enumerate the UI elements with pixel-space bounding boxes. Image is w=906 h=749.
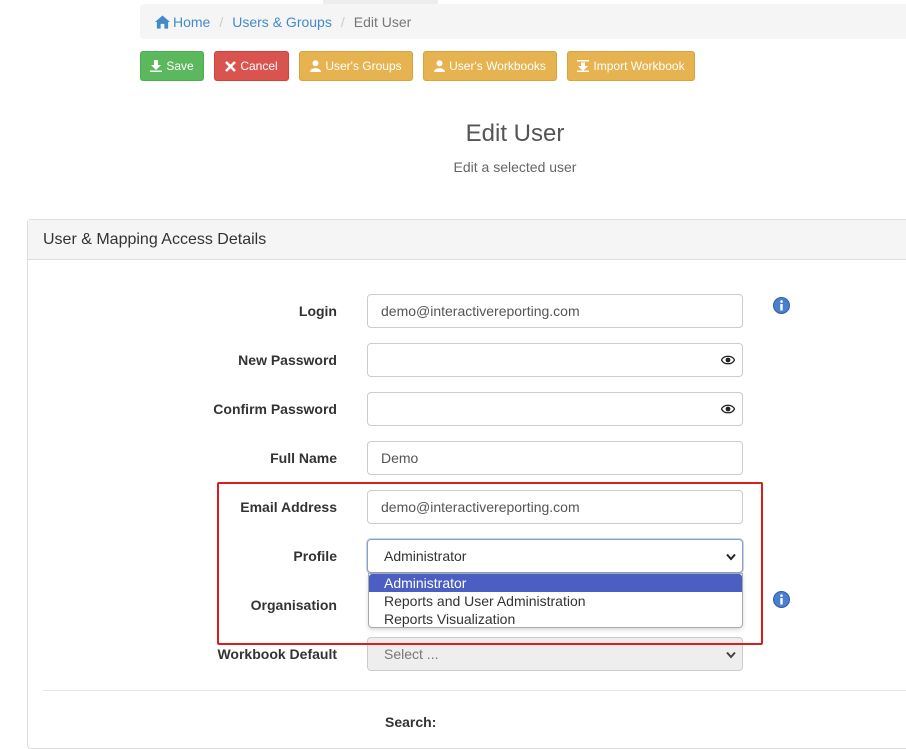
import-icon xyxy=(577,60,590,72)
organisation-label: Organisation xyxy=(250,597,337,613)
panel-heading: User & Mapping Access Details xyxy=(28,220,906,260)
full-name-value: Demo xyxy=(381,450,419,466)
chevron-down-icon xyxy=(726,553,736,561)
save-button-label: Save xyxy=(166,59,194,73)
breadcrumb-home-label: Home xyxy=(173,13,211,30)
user-icon xyxy=(310,60,322,72)
breadcrumb-users-groups-link[interactable]: Users & Groups xyxy=(232,14,332,30)
breadcrumb-separator: / xyxy=(340,13,345,30)
login-field[interactable]: demo@interactivereporting.com xyxy=(367,294,743,328)
users-groups-button[interactable]: User's Groups xyxy=(299,51,413,81)
home-icon xyxy=(155,14,170,29)
save-button[interactable]: Save xyxy=(140,51,204,81)
full-name-field[interactable]: Demo xyxy=(367,441,743,475)
eye-icon[interactable] xyxy=(721,403,735,415)
users-groups-button-label: User's Groups xyxy=(325,59,402,73)
cancel-button[interactable]: Cancel xyxy=(214,51,289,81)
login-label: Login xyxy=(298,303,337,319)
info-icon[interactable] xyxy=(773,297,790,314)
breadcrumb: Home / Users & Groups / Edit User xyxy=(140,4,906,39)
profile-label: Profile xyxy=(293,548,337,564)
new-password-label: New Password xyxy=(238,352,337,368)
search-label: Search: xyxy=(385,714,437,730)
email-value: demo@interactivereporting.com xyxy=(381,499,580,515)
profile-dropdown-list: Administrator Reports and User Administr… xyxy=(368,573,743,628)
full-name-label: Full Name xyxy=(270,450,337,466)
divider xyxy=(43,690,906,691)
import-workbook-button[interactable]: Import Workbook xyxy=(567,51,695,81)
new-password-field[interactable] xyxy=(367,343,743,377)
close-icon xyxy=(225,60,237,72)
workbook-default-label: Workbook Default xyxy=(217,646,337,662)
breadcrumb-current: Edit User xyxy=(353,13,412,30)
users-workbooks-button-label: User's Workbooks xyxy=(449,59,546,73)
breadcrumb-separator: / xyxy=(219,13,224,30)
page-subtitle: Edit a selected user xyxy=(453,159,577,175)
profile-select[interactable]: Administrator xyxy=(367,539,743,573)
import-workbook-button-label: Import Workbook xyxy=(593,59,685,73)
chevron-down-icon xyxy=(726,651,736,659)
eye-icon[interactable] xyxy=(721,354,735,366)
users-workbooks-button[interactable]: User's Workbooks xyxy=(423,51,557,81)
profile-option-reports-visualization[interactable]: Reports Visualization xyxy=(369,610,742,628)
user-icon xyxy=(434,60,446,72)
breadcrumb-home-link[interactable]: Home xyxy=(155,14,210,30)
page-title: Edit User xyxy=(465,120,565,147)
login-value: demo@interactivereporting.com xyxy=(381,303,580,319)
email-field[interactable]: demo@interactivereporting.com xyxy=(367,490,743,524)
confirm-password-label: Confirm Password xyxy=(213,401,337,417)
profile-option-administrator[interactable]: Administrator xyxy=(369,574,742,592)
info-icon[interactable] xyxy=(773,591,790,608)
download-icon xyxy=(150,60,163,72)
confirm-password-field[interactable] xyxy=(367,392,743,426)
profile-option-reports-user-admin[interactable]: Reports and User Administration xyxy=(369,592,742,610)
email-label: Email Address xyxy=(240,499,337,515)
workbook-default-select[interactable]: Select ... xyxy=(367,637,743,671)
cancel-button-label: Cancel xyxy=(240,59,278,73)
profile-selected-value: Administrator xyxy=(384,548,467,564)
workbook-default-value: Select ... xyxy=(384,646,439,662)
